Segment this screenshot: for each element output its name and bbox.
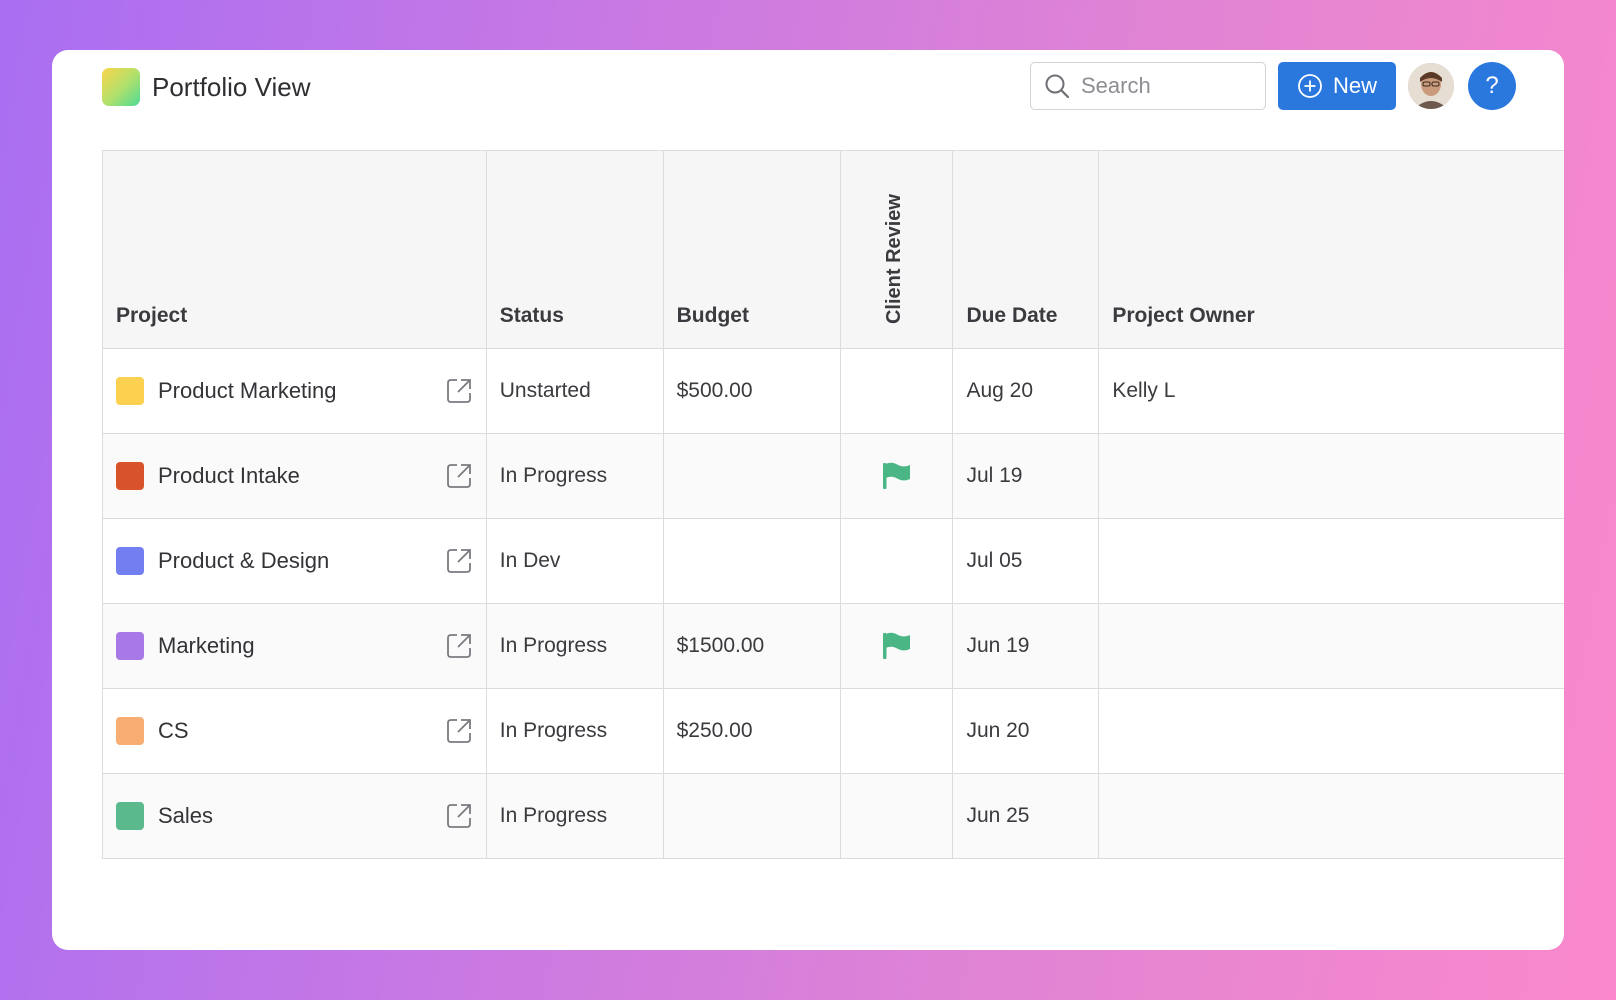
project-cell[interactable]: Product Marketing	[103, 349, 487, 434]
table-header-row: Project Status Budget Client Review Due …	[103, 151, 1564, 349]
client-review-cell[interactable]	[840, 774, 954, 859]
search-icon	[1045, 74, 1070, 99]
app-logo-icon	[102, 68, 140, 106]
portfolio-table: Project Status Budget Client Review Due …	[102, 150, 1564, 859]
budget-cell[interactable]	[663, 434, 841, 519]
project-color-chip	[116, 632, 144, 660]
project-name: Marketing	[158, 633, 255, 658]
budget-cell[interactable]	[663, 519, 841, 604]
column-header-project[interactable]: Project	[103, 151, 487, 349]
open-external-icon[interactable]	[444, 461, 474, 491]
open-external-icon[interactable]	[444, 716, 474, 746]
column-header-status[interactable]: Status	[486, 151, 664, 349]
page-title: Portfolio View	[152, 72, 311, 102]
search-box[interactable]	[1030, 62, 1266, 110]
project-color-chip	[116, 377, 144, 405]
client-review-cell[interactable]	[840, 349, 954, 434]
owner-cell[interactable]	[1099, 689, 1564, 774]
table-row[interactable]: Marketing In Progress $1500.00 Jun 19	[103, 604, 1564, 689]
column-header-client-review[interactable]: Client Review	[840, 151, 954, 349]
due-date-cell[interactable]: Jul 05	[953, 519, 1100, 604]
user-avatar-icon	[1408, 63, 1454, 109]
client-review-cell[interactable]	[840, 434, 954, 519]
client-review-label: Client Review	[882, 193, 905, 324]
flag-icon	[883, 462, 911, 489]
client-review-cell[interactable]	[840, 519, 954, 604]
project-cell[interactable]: Marketing	[103, 604, 487, 689]
due-date-cell[interactable]: Aug 20	[953, 349, 1100, 434]
column-header-budget[interactable]: Budget	[663, 151, 841, 349]
new-button[interactable]: New	[1278, 62, 1396, 110]
table-row[interactable]: Sales In Progress Jun 25	[103, 774, 1564, 859]
project-cell[interactable]: CS	[103, 689, 487, 774]
status-cell[interactable]: In Progress	[486, 604, 664, 689]
owner-cell[interactable]	[1099, 434, 1564, 519]
status-cell[interactable]: In Progress	[486, 434, 664, 519]
table-row[interactable]: CS In Progress $250.00 Jun 20	[103, 689, 1564, 774]
client-review-cell[interactable]	[840, 689, 954, 774]
budget-cell[interactable]: $250.00	[663, 689, 841, 774]
open-external-icon[interactable]	[444, 801, 474, 831]
open-external-icon[interactable]	[444, 546, 474, 576]
project-color-chip	[116, 462, 144, 490]
owner-cell[interactable]: Kelly L	[1099, 349, 1564, 434]
due-date-cell[interactable]: Jun 20	[953, 689, 1100, 774]
client-review-cell[interactable]	[840, 604, 954, 689]
project-color-chip	[116, 802, 144, 830]
open-external-icon[interactable]	[444, 631, 474, 661]
table-row[interactable]: Product Marketing Unstarted $500.00 Aug …	[103, 349, 1564, 434]
project-cell[interactable]: Product & Design	[103, 519, 487, 604]
project-name: Product & Design	[158, 548, 330, 573]
project-color-chip	[116, 547, 144, 575]
plus-circle-icon	[1298, 74, 1322, 98]
budget-cell[interactable]: $1500.00	[663, 604, 841, 689]
project-name: Product Marketing	[158, 378, 337, 403]
column-header-due-date[interactable]: Due Date	[953, 151, 1100, 349]
due-date-cell[interactable]: Jun 25	[953, 774, 1100, 859]
search-input[interactable]	[1081, 73, 1251, 99]
status-cell[interactable]: In Progress	[486, 689, 664, 774]
project-cell[interactable]: Sales	[103, 774, 487, 859]
owner-cell[interactable]	[1099, 519, 1564, 604]
owner-cell[interactable]	[1099, 774, 1564, 859]
table-row[interactable]: Product Intake In Progress Jul 19	[103, 434, 1564, 519]
owner-cell[interactable]	[1099, 604, 1564, 689]
budget-cell[interactable]: $500.00	[663, 349, 841, 434]
project-name: CS	[158, 718, 189, 743]
project-name: Product Intake	[158, 463, 300, 488]
column-header-project-owner[interactable]: Project Owner	[1099, 151, 1564, 349]
status-cell[interactable]: In Dev	[486, 519, 664, 604]
budget-cell[interactable]	[663, 774, 841, 859]
project-name: Sales	[158, 803, 214, 828]
avatar[interactable]	[1408, 63, 1454, 109]
project-cell[interactable]: Product Intake	[103, 434, 487, 519]
project-color-chip	[116, 717, 144, 745]
status-cell[interactable]: Unstarted	[486, 349, 664, 434]
open-external-icon[interactable]	[444, 376, 474, 406]
portfolio-card: Portfolio View New ? Project Sta	[52, 50, 1564, 950]
status-cell[interactable]: In Progress	[486, 774, 664, 859]
flag-icon	[883, 632, 911, 659]
table-row[interactable]: Product & Design In Dev Jul 05	[103, 519, 1564, 604]
help-button[interactable]: ?	[1468, 62, 1516, 110]
due-date-cell[interactable]: Jul 19	[953, 434, 1100, 519]
due-date-cell[interactable]: Jun 19	[953, 604, 1100, 689]
new-button-label: New	[1332, 73, 1377, 98]
